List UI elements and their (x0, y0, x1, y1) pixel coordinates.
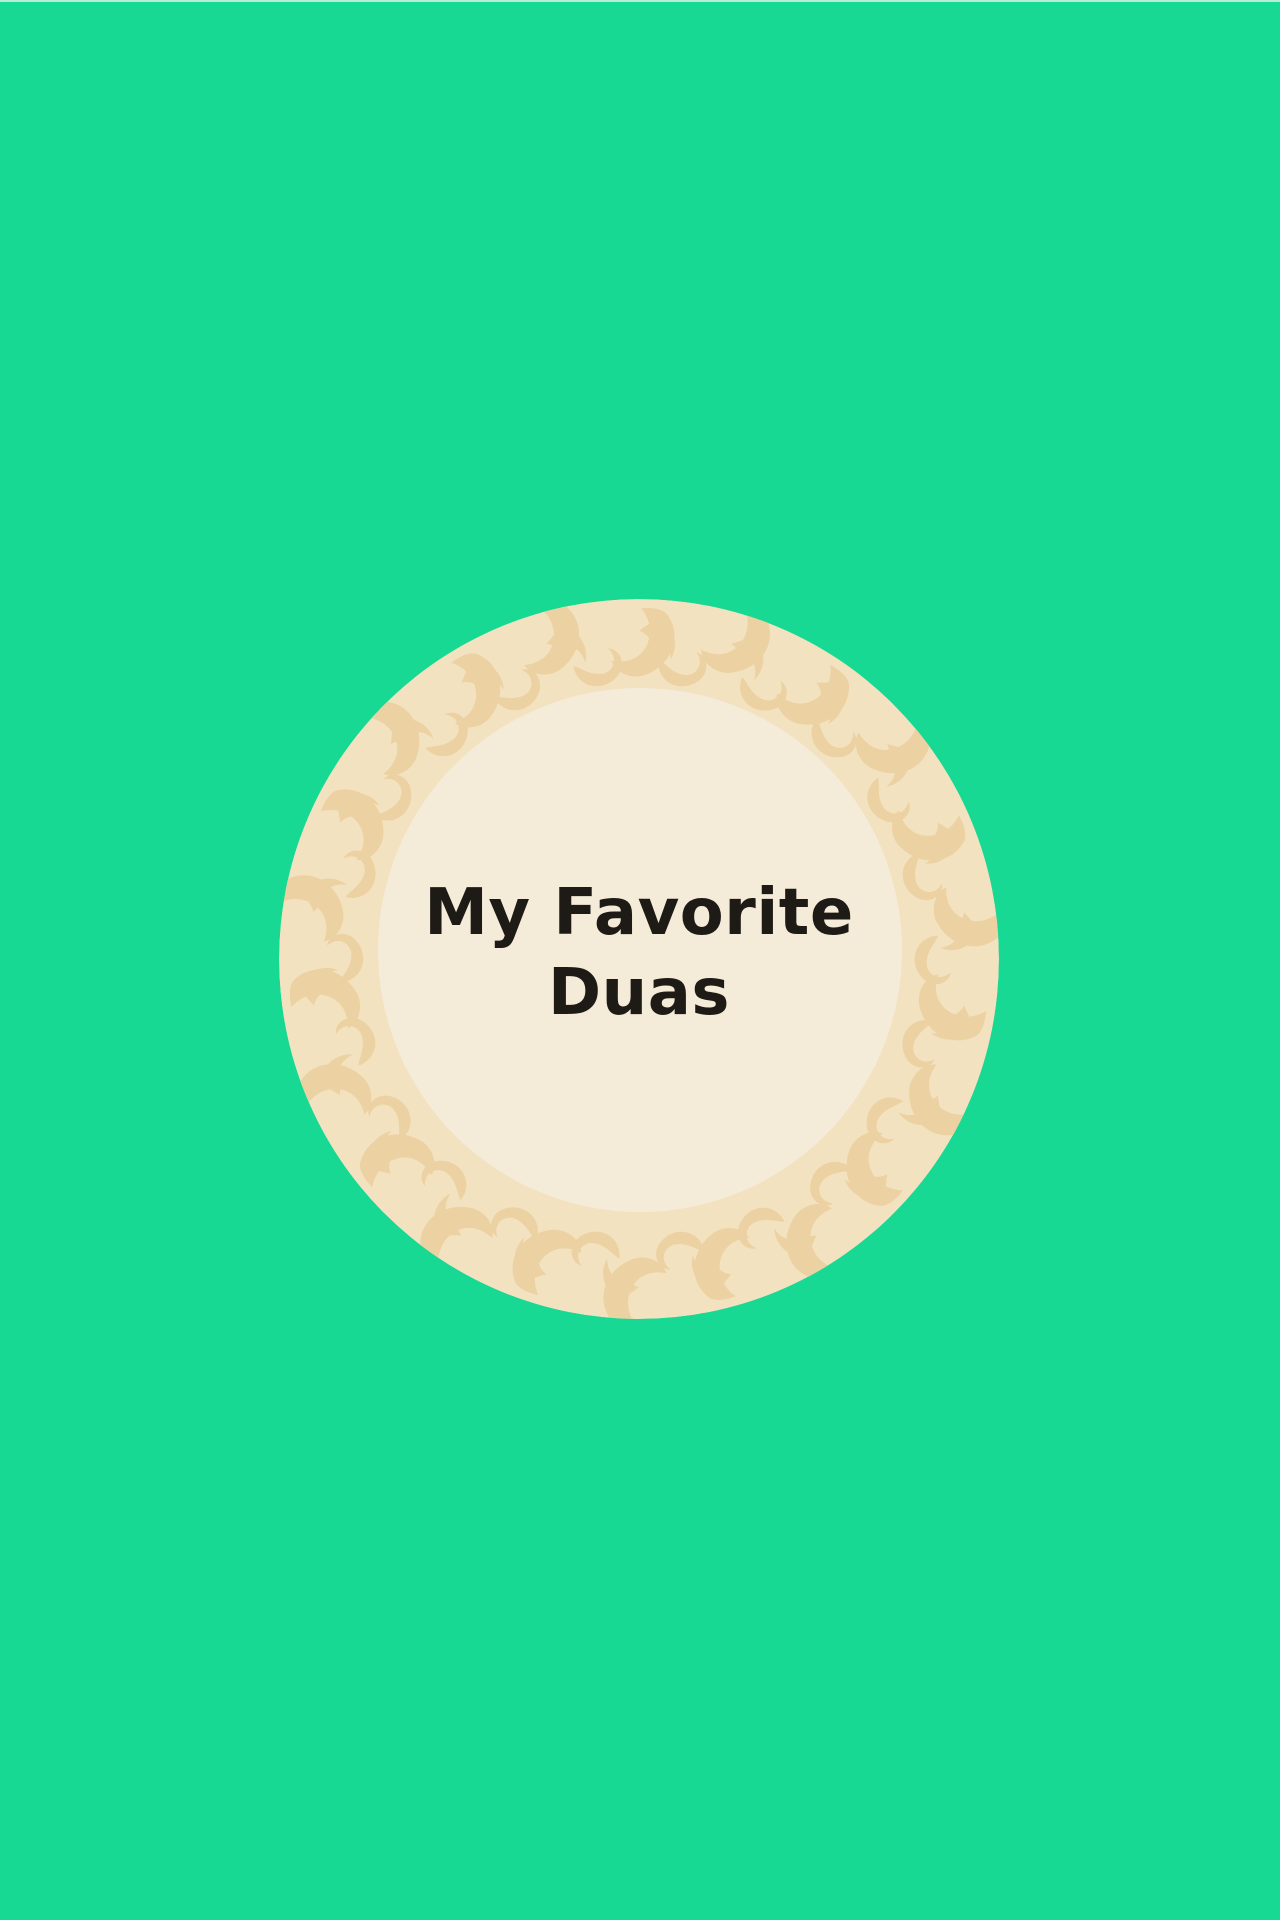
book-cover-medallion[interactable]: My Favorite Duas (279, 599, 999, 1319)
cover-title: My Favorite Duas (279, 873, 999, 1033)
cover-title-line-1: My Favorite (424, 876, 854, 950)
cover-title-line-2: Duas (548, 956, 730, 1030)
top-edge-line (0, 0, 1280, 2)
